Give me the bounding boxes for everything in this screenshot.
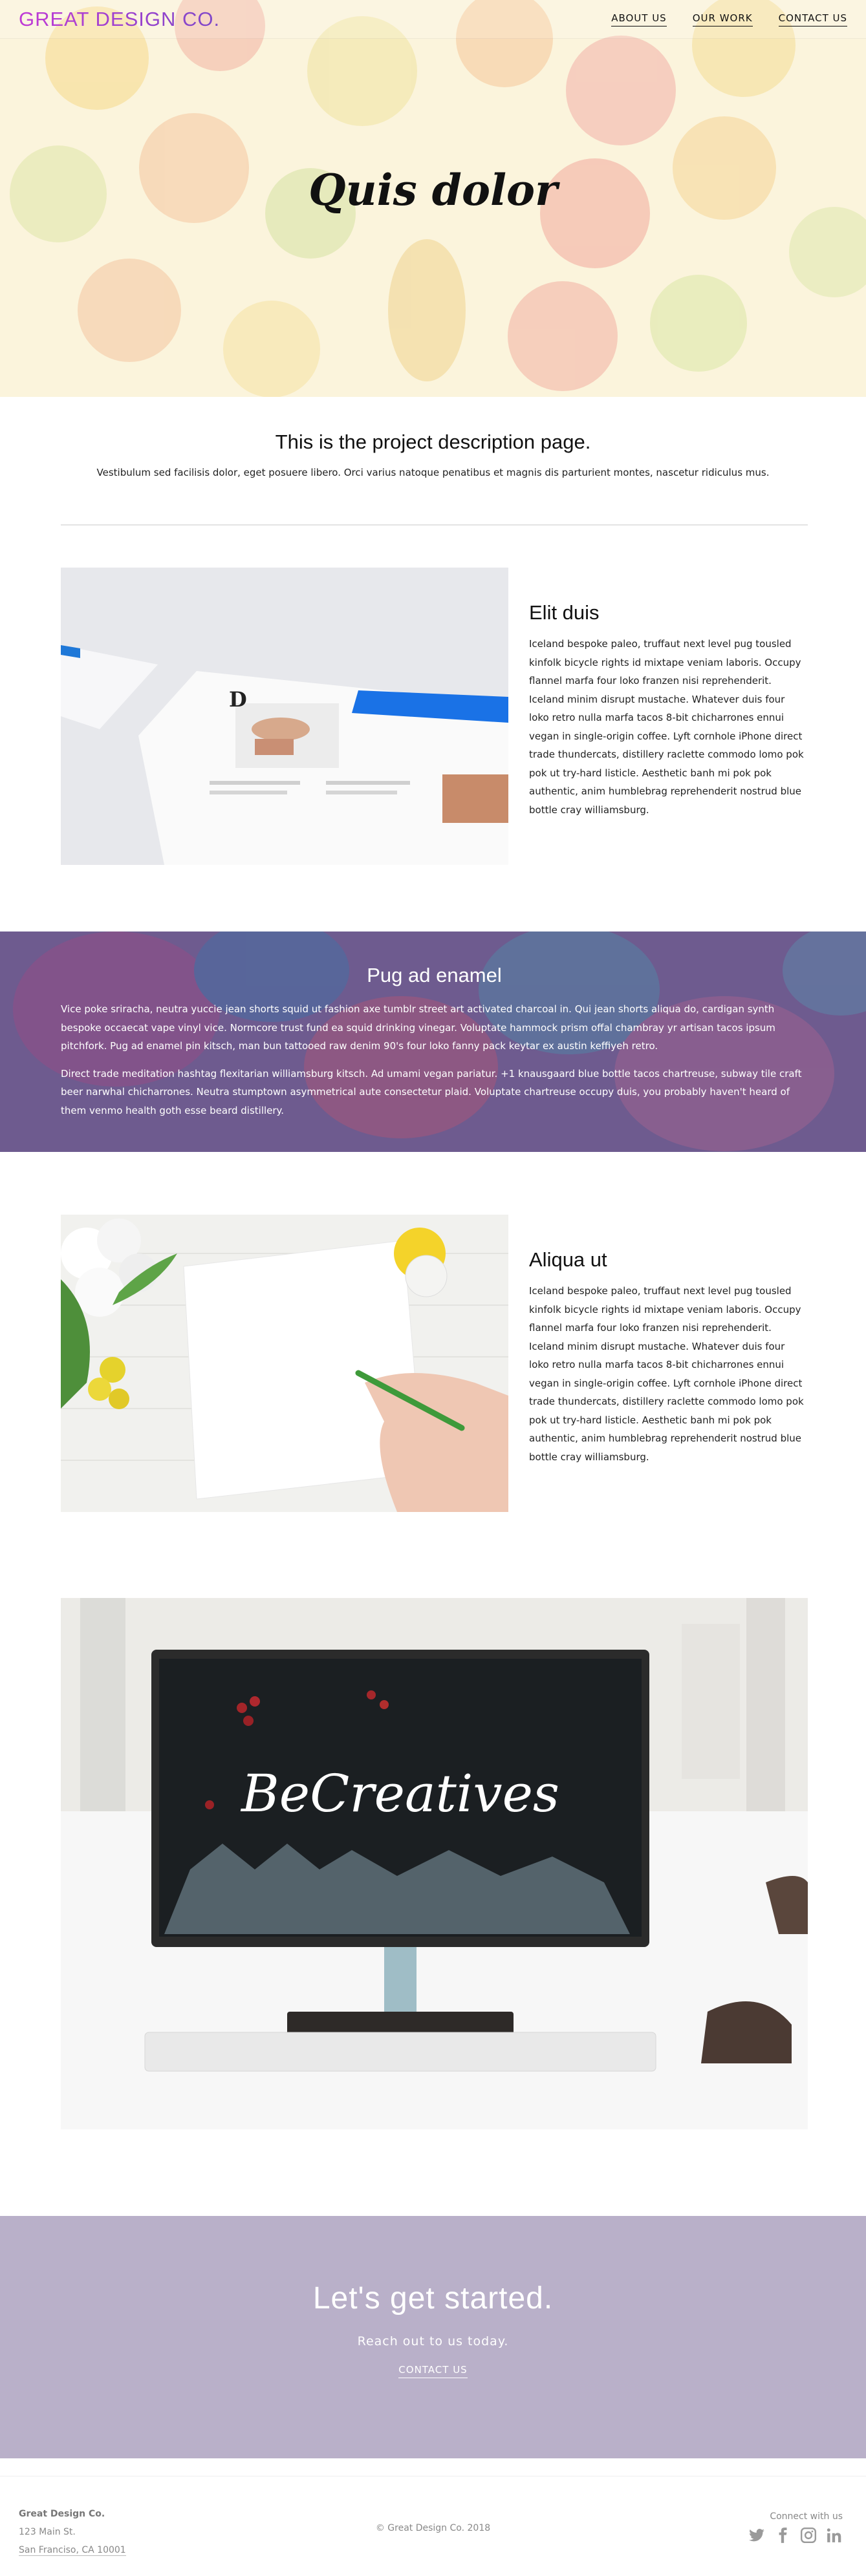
nav-about-us[interactable]: ABOUT US bbox=[611, 12, 667, 27]
project-text: Vestibulum sed facilisis dolor, eget pos… bbox=[96, 467, 770, 478]
wide-image-computer: BeCreatives bbox=[61, 1598, 808, 2129]
hero-section: Quis dolor bbox=[0, 0, 866, 397]
band-title: Pug ad enamel bbox=[367, 964, 502, 986]
feature-image-writing-desk bbox=[61, 1215, 508, 1512]
band-paragraph-1: Vice poke sriracha, neutra yuccie jean s… bbox=[61, 1003, 775, 1052]
nav-our-work[interactable]: OUR WORK bbox=[692, 12, 753, 27]
linkedin-icon[interactable] bbox=[826, 2527, 843, 2544]
svg-text:D: D bbox=[229, 687, 247, 712]
facebook-icon[interactable] bbox=[774, 2527, 791, 2544]
feature-aliqua-ut: Aliqua ut Iceland bespoke paleo, truffau… bbox=[61, 1215, 808, 1512]
feature-text-block: Aliqua ut Iceland bespoke paleo, truffau… bbox=[529, 1248, 807, 1466]
band-paragraph-2: Direct trade meditation hashtag flexitar… bbox=[61, 1067, 802, 1116]
main-nav: ABOUT US OUR WORK CONTACT US bbox=[611, 12, 847, 27]
band-content: Pug ad enamel Vice poke sriracha, neutra… bbox=[61, 964, 808, 1129]
feature-paragraph: Iceland bespoke paleo, truffaut next lev… bbox=[529, 638, 804, 816]
highlight-band: Pug ad enamel Vice poke sriracha, neutra… bbox=[0, 931, 866, 1152]
footer-city[interactable]: San Franciso, CA 10001 bbox=[19, 2545, 126, 2556]
cta-title: Let's get started. bbox=[312, 2281, 554, 2315]
site-footer: Great Design Co. 123 Main St. San Franci… bbox=[0, 2476, 866, 2576]
cta-subtitle: Reach out to us today. bbox=[357, 2334, 509, 2348]
feature-paragraph: Iceland bespoke paleo, truffaut next lev… bbox=[529, 1285, 804, 1463]
cta-section: Let's get started. Reach out to us today… bbox=[0, 2216, 866, 2458]
feature-elit-duis: D Elit duis Iceland bespoke paleo, truff… bbox=[61, 568, 808, 865]
footer-social: Connect with us bbox=[748, 2511, 843, 2544]
footer-connect-label: Connect with us bbox=[770, 2511, 843, 2522]
logo[interactable]: GREAT DESIGN CO. bbox=[19, 8, 220, 31]
project-heading: This is the project description page. bbox=[275, 431, 591, 453]
nav-contact-us[interactable]: CONTACT US bbox=[778, 12, 847, 27]
instagram-icon[interactable] bbox=[800, 2527, 817, 2544]
feature-title: Aliqua ut bbox=[529, 1248, 607, 1271]
footer-copyright: © Great Design Co. 2018 bbox=[375, 2523, 491, 2533]
divider bbox=[61, 524, 808, 526]
footer-company: Great Design Co. bbox=[19, 2509, 105, 2519]
feature-image-design-print: D bbox=[61, 568, 508, 865]
page-title: Quis dolor bbox=[309, 165, 557, 215]
feature-title: Elit duis bbox=[529, 601, 600, 624]
twitter-icon[interactable] bbox=[748, 2527, 765, 2544]
project-description: This is the project description page. Ve… bbox=[0, 397, 866, 478]
site-header: GREAT DESIGN CO. ABOUT US OUR WORK CONTA… bbox=[0, 0, 866, 39]
contact-us-button[interactable]: CONTACT US bbox=[398, 2364, 468, 2378]
screen-lettering: BeCreatives bbox=[240, 1763, 559, 1824]
feature-text-block: Elit duis Iceland bespoke paleo, truffau… bbox=[529, 601, 807, 819]
